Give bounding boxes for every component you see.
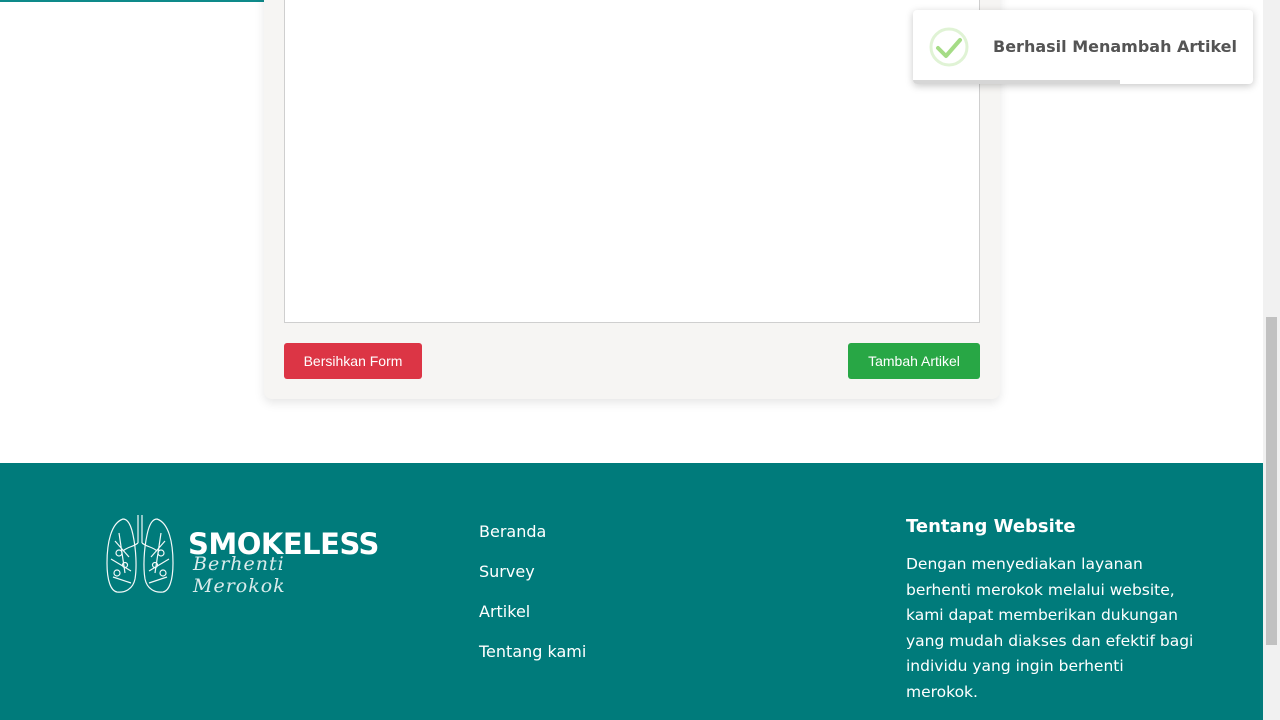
article-content-editor[interactable]: [284, 0, 980, 323]
toast-timer-track: [913, 80, 1253, 84]
lungs-icon: [106, 515, 174, 593]
top-accent-line: [0, 0, 285, 2]
brand-tagline: Berhenti Merokok: [193, 553, 286, 597]
about-text: Dengan menyediakan layanan berhenti mero…: [906, 555, 1194, 701]
page-scrollbar[interactable]: [1263, 0, 1280, 720]
site-footer: SMOKELESS Berhenti Merokok Beranda Surve…: [0, 463, 1263, 720]
scrollbar-thumb[interactable]: [1266, 317, 1277, 645]
footer-link-artikel[interactable]: Artikel: [479, 600, 586, 640]
toast-timer-bar: [913, 80, 1121, 84]
footer-link-survey[interactable]: Survey: [479, 560, 586, 600]
toast-message: Berhasil Menambah Artikel: [993, 37, 1237, 56]
clear-form-button[interactable]: Bersihkan Form: [284, 343, 422, 379]
about-website: Tentang Website Dengan menyediakan layan…: [906, 515, 1196, 705]
success-check-icon: [929, 27, 969, 67]
success-toast[interactable]: Berhasil Menambah Artikel: [913, 10, 1253, 84]
smokeless-logo[interactable]: SMOKELESS Berhenti Merokok: [105, 513, 379, 597]
about-title: Tentang Website: [906, 516, 1076, 537]
footer-nav: Beranda Survey Artikel Tentang kami: [479, 520, 586, 680]
footer-link-tentang-kami[interactable]: Tentang kami: [479, 640, 586, 680]
page: Bersihkan Form Tambah Artikel SMOKELESS: [0, 0, 1280, 720]
add-article-button[interactable]: Tambah Artikel: [848, 343, 980, 379]
footer-link-beranda[interactable]: Beranda: [479, 520, 586, 560]
